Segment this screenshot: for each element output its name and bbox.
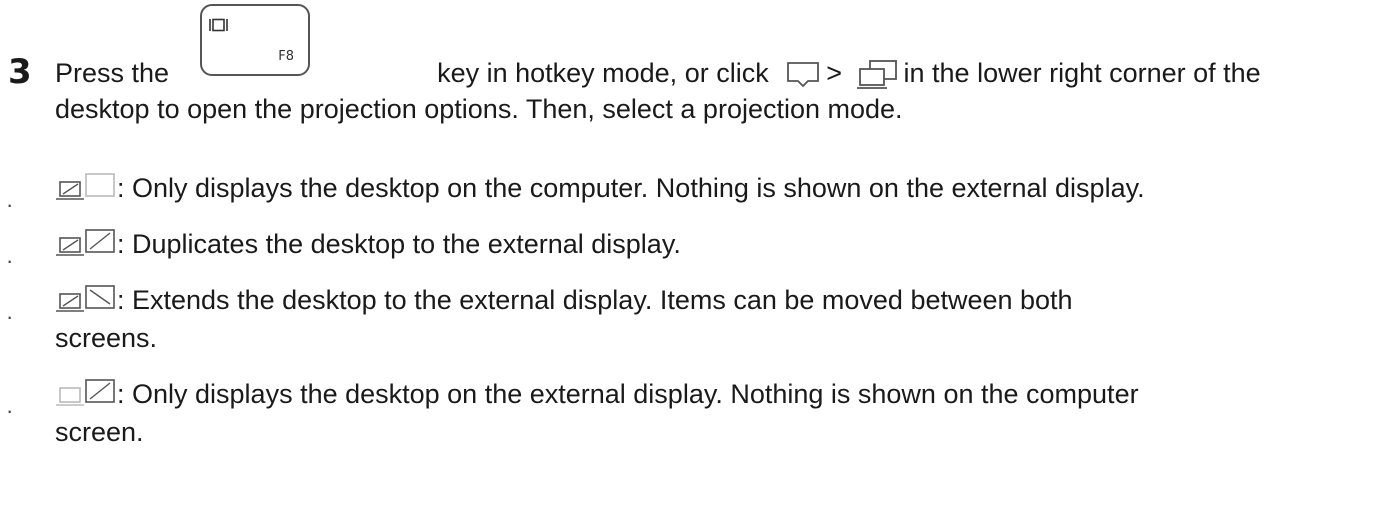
display-toggle-icon (208, 18, 230, 32)
corner-text: in the lower right corner of the (903, 58, 1261, 88)
bullet: · (6, 398, 14, 423)
separator: > (826, 58, 842, 88)
option-pc-only-text: : Only displays the desktop on the compu… (117, 173, 1145, 203)
step-number: 3 (8, 52, 32, 92)
extend-icon (52, 282, 116, 316)
bullet: · (6, 248, 14, 273)
option-second-only-text: : Only displays the desktop on the exter… (117, 379, 1139, 409)
step-line-1: Press the key in hotkey mode, or click > … (55, 56, 1261, 91)
bullet: · (6, 192, 14, 217)
second-screen-only-icon (52, 376, 116, 410)
duplicate-icon (52, 226, 116, 260)
option-extend-text: : Extends the desktop to the external di… (117, 285, 1073, 315)
option-extend-continuation: screens. (55, 323, 158, 353)
project-icon (856, 59, 898, 91)
step-line-2: desktop to open the projection options. … (55, 94, 903, 124)
hotkey-text: key in hotkey mode, or click (437, 58, 769, 88)
option-duplicate-text: : Duplicates the desktop to the external… (117, 229, 681, 259)
bullet: · (6, 304, 14, 329)
action-center-icon (786, 61, 820, 89)
press-text: Press the (55, 58, 170, 88)
pc-screen-only-icon (52, 170, 116, 204)
option-second-only-continuation: screen. (55, 417, 144, 447)
